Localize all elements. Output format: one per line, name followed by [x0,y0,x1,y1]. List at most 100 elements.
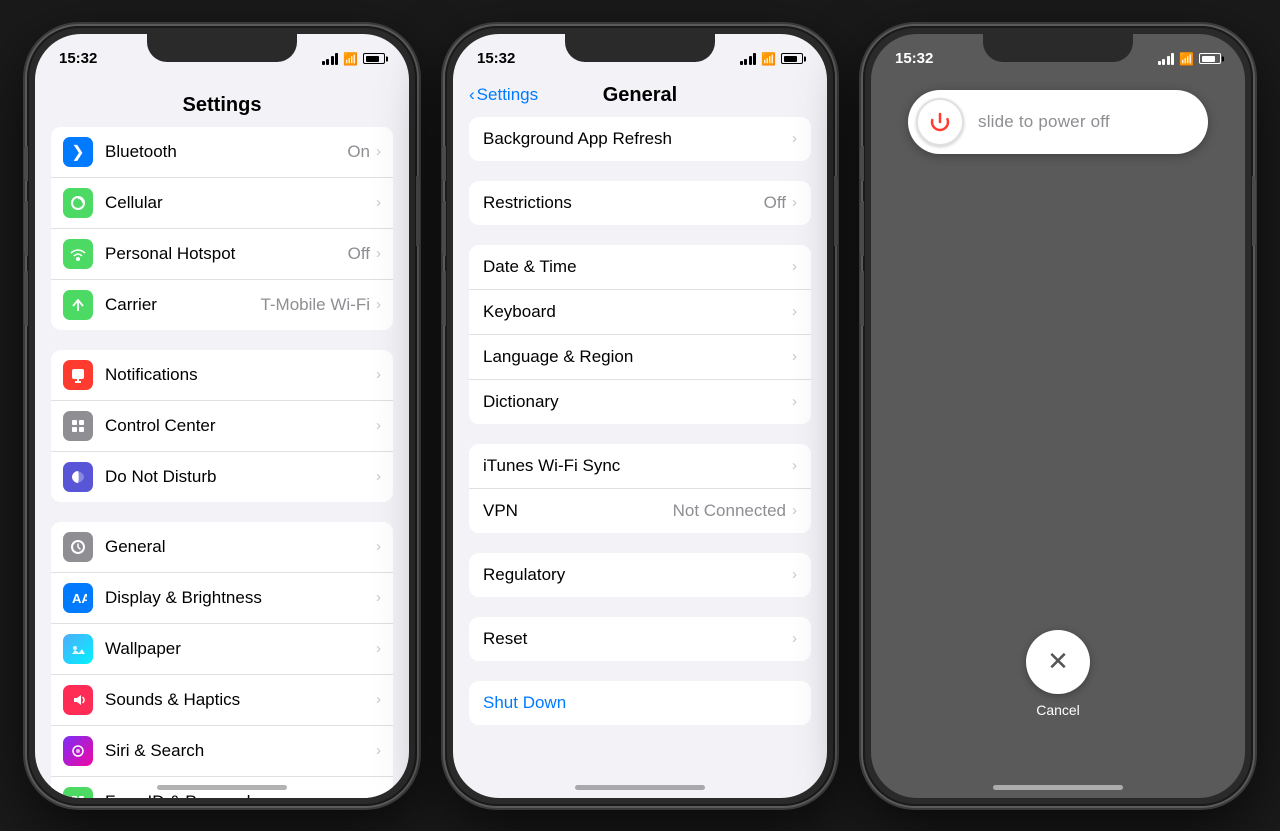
general-icon [63,532,93,562]
carrier-value: T-Mobile Wi-Fi [260,295,370,315]
regulatory-label: Regulatory [483,565,790,585]
bluetooth-row[interactable]: ❯ Bluetooth On › [51,127,393,178]
signal-icon-3 [1158,53,1175,65]
wifi-icon-2: 📶 [761,52,776,66]
reset-row[interactable]: Reset › [469,617,811,661]
cancel-label: Cancel [1036,702,1080,718]
general-group-4: iTunes Wi-Fi Sync › VPN Not Connected › [469,444,811,533]
cellular-icon [63,188,93,218]
carrier-row[interactable]: Carrier T-Mobile Wi-Fi › [51,280,393,330]
slide-text: slide to power off [978,112,1110,132]
volume-up-button-2 [442,201,446,256]
cancel-area: ✕ Cancel [1026,630,1090,718]
status-time-2: 15:32 [477,50,515,67]
restrictions-row[interactable]: Restrictions Off › [469,181,811,225]
vpn-chevron: › [792,502,797,519]
back-chevron: ‹ [469,85,475,105]
restrictions-label: Restrictions [483,193,764,213]
dnd-label: Do Not Disturb [105,467,374,487]
display-row[interactable]: AA Display & Brightness › [51,573,393,624]
back-button[interactable]: ‹ Settings [469,85,538,105]
general-group-5: Regulatory › [469,553,811,597]
keyboard-row[interactable]: Keyboard › [469,290,811,335]
notch-2 [565,34,715,62]
battery-icon [363,53,385,64]
general-nav-bar: ‹ Settings General [453,78,827,117]
siri-row[interactable]: Siri & Search › [51,726,393,777]
control-center-chevron: › [376,417,381,434]
settings-screen: 15:32 📶 Set [35,34,409,798]
restrictions-chevron: › [792,194,797,211]
wallpaper-row[interactable]: Wallpaper › [51,624,393,675]
control-center-icon [63,411,93,441]
bg-refresh-chevron: › [792,130,797,147]
cancel-x-icon: ✕ [1047,646,1069,677]
general-group-7: Shut Down [469,681,811,725]
notch-3 [983,34,1133,62]
bg-refresh-row[interactable]: Background App Refresh › [469,117,811,161]
siri-icon [63,736,93,766]
settings-title: Settings [35,78,409,127]
general-screen: 15:32 📶 [453,34,827,798]
power-circle [916,98,964,146]
itunes-sync-label: iTunes Wi-Fi Sync [483,456,790,476]
general-group-6: Reset › [469,617,811,661]
keyboard-label: Keyboard [483,302,790,322]
regulatory-row[interactable]: Regulatory › [469,553,811,597]
general-row[interactable]: General › [51,522,393,573]
hotspot-label: Personal Hotspot [105,244,348,264]
phones-container: 15:32 📶 Set [7,6,1273,826]
cellular-row[interactable]: Cellular › [51,178,393,229]
sounds-row[interactable]: Sounds & Haptics › [51,675,393,726]
notifications-group: Notifications › Control Center › [51,350,393,502]
svg-text:AA: AA [72,591,87,606]
hotspot-value: Off [348,244,370,264]
wallpaper-icon [63,634,93,664]
carrier-label: Carrier [105,295,260,315]
notifications-chevron: › [376,366,381,383]
itunes-sync-row[interactable]: iTunes Wi-Fi Sync › [469,444,811,489]
reset-label: Reset [483,629,790,649]
power-symbol-icon [928,110,952,134]
home-indicator-3 [993,785,1123,790]
vpn-label: VPN [483,501,673,521]
general-group-1: Background App Refresh › [469,117,811,161]
status-icons-2: 📶 [740,52,803,66]
cellular-chevron: › [376,194,381,211]
phone-poweroff: 15:32 📶 [863,26,1253,806]
battery-icon-3 [1199,53,1221,64]
language-label: Language & Region [483,347,790,367]
shutdown-label: Shut Down [483,693,797,713]
hotspot-row[interactable]: Personal Hotspot Off › [51,229,393,280]
dictionary-chevron: › [792,393,797,410]
phone-general: 15:32 📶 [445,26,835,806]
wallpaper-chevron: › [376,640,381,657]
wifi-icon-3: 📶 [1179,52,1194,66]
home-indicator-2 [575,785,705,790]
shutdown-row[interactable]: Shut Down [469,681,811,725]
faceid-icon [63,787,93,798]
cancel-button[interactable]: ✕ [1026,630,1090,694]
date-time-chevron: › [792,258,797,275]
display-icon: AA [63,583,93,613]
siri-label: Siri & Search [105,741,374,761]
slide-to-off-slider[interactable]: slide to power off [908,90,1208,154]
restrictions-value: Off [764,193,786,213]
bluetooth-label: Bluetooth [105,142,347,162]
language-row[interactable]: Language & Region › [469,335,811,380]
sounds-icon [63,685,93,715]
notifications-row[interactable]: Notifications › [51,350,393,401]
control-center-row[interactable]: Control Center › [51,401,393,452]
date-time-row[interactable]: Date & Time › [469,245,811,290]
wallpaper-label: Wallpaper [105,639,374,659]
notifications-icon [63,360,93,390]
hotspot-chevron: › [376,245,381,262]
keyboard-chevron: › [792,303,797,320]
display-label: Display & Brightness [105,588,374,608]
dictionary-row[interactable]: Dictionary › [469,380,811,424]
vpn-row[interactable]: VPN Not Connected › [469,489,811,533]
reset-chevron: › [792,630,797,647]
dnd-row[interactable]: Do Not Disturb › [51,452,393,502]
regulatory-chevron: › [792,566,797,583]
silent-switch-3 [860,146,864,181]
